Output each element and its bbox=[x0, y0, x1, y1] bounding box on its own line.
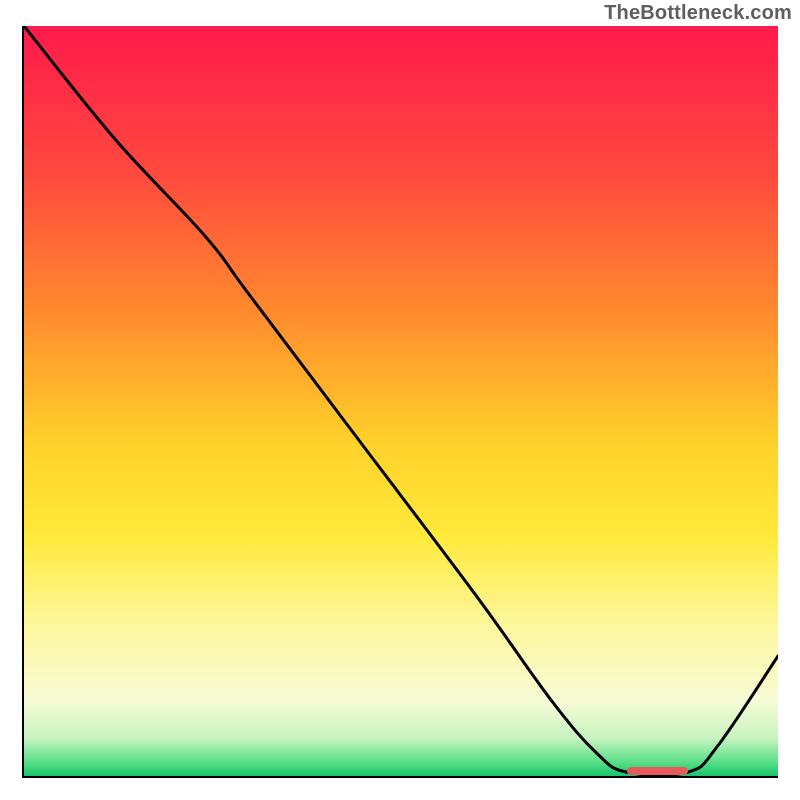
optimal-range-marker bbox=[627, 767, 687, 775]
chart-svg bbox=[24, 26, 778, 776]
chart-background bbox=[24, 26, 778, 776]
chart-plot-area bbox=[22, 26, 778, 778]
attribution-text: TheBottleneck.com bbox=[604, 2, 792, 25]
